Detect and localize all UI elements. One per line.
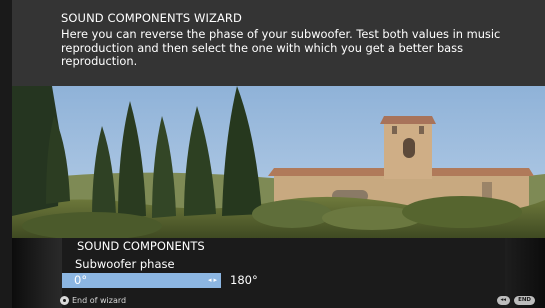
remote-button-icon <box>60 296 69 305</box>
menu-side-shade-left <box>12 238 62 308</box>
right-arrow-icon[interactable]: ▸ <box>213 273 217 288</box>
left-arrow-icon[interactable]: ◂ <box>208 273 212 288</box>
end-of-wizard-label: End of wizard <box>72 296 127 305</box>
wizard-info-panel: SOUND COMPONENTS WIZARD Here you can rev… <box>12 0 545 86</box>
end-key-icon[interactable]: END <box>514 296 535 305</box>
menu-title: SOUND COMPONENTS <box>77 239 205 253</box>
remote-key-hints: ◂◂ END <box>496 296 535 305</box>
phase-option-180[interactable]: 180° <box>230 273 258 288</box>
landscape-image <box>12 86 545 238</box>
phase-value-selected: 0° <box>74 273 88 287</box>
settings-menu: SOUND COMPONENTS Subwoofer phase 0° ◂ ▸ … <box>12 238 545 308</box>
wizard-title: SOUND COMPONENTS WIZARD <box>61 11 242 25</box>
rewind-key-icon[interactable]: ◂◂ <box>496 296 511 305</box>
end-of-wizard-hint[interactable]: End of wizard <box>60 295 126 306</box>
wizard-description: Here you can reverse the phase of your s… <box>61 27 501 69</box>
background-photo <box>12 86 545 238</box>
phase-option-selected[interactable]: 0° ◂ ▸ <box>62 273 221 288</box>
option-arrows: ◂ ▸ <box>208 273 217 288</box>
menu-subtitle: Subwoofer phase <box>75 257 175 271</box>
